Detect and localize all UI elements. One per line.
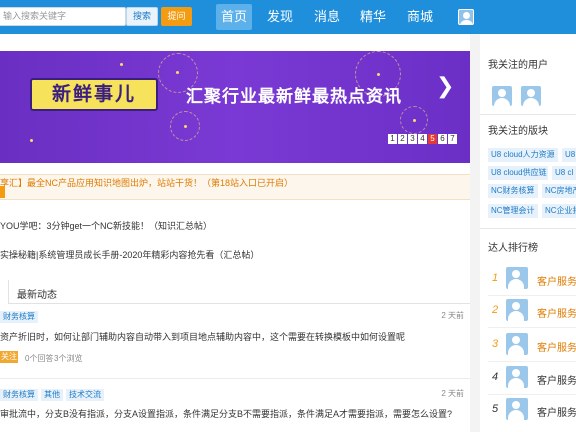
divider (480, 228, 576, 229)
board-tag[interactable]: U8 cloud供应链 (488, 166, 548, 180)
divider (488, 361, 576, 362)
divider (488, 394, 576, 395)
rank-number: 5 (492, 403, 499, 415)
pager-dot[interactable]: 2 (398, 134, 407, 144)
pager-dot[interactable]: 6 (438, 134, 447, 144)
tab-current[interactable] (0, 280, 9, 304)
main-content: 新鲜事儿 汇聚行业最新鲜最热点资讯 ❯ 1 2 3 4 5 6 7 享汇】最全N… (0, 34, 470, 432)
divider (480, 114, 576, 115)
nav-mall[interactable]: 商城 (402, 4, 438, 30)
sparkle-dot (184, 125, 187, 128)
sparkle-dot (30, 139, 33, 142)
avatar[interactable] (506, 299, 528, 321)
sparkle-dot (120, 63, 123, 66)
pager-dot[interactable]: 3 (408, 134, 417, 144)
feed-item: 财务核算 2 天前 资产折旧时，如何让部门辅助内容自动带入到项目地点辅助内容中，… (0, 310, 470, 370)
avatar[interactable] (506, 267, 528, 289)
avatar[interactable] (521, 86, 541, 106)
nav-featured[interactable]: 精华 (355, 4, 391, 30)
board-tag[interactable]: NC房地产 (542, 184, 576, 198)
ranking-user-name[interactable]: 客户服务 (537, 305, 576, 320)
user-avatar[interactable] (458, 9, 474, 25)
question-title[interactable]: 审批流中，分支B没有指派，分支A设置指派，条件满足分支B不需要指派，条件满足A才… (0, 407, 452, 420)
nav-discover[interactable]: 发现 (262, 4, 298, 30)
topic-tag[interactable]: 财务核算 (0, 311, 38, 323)
divider (488, 295, 576, 296)
pager-dot[interactable]: 1 (388, 134, 397, 144)
chevron-right-icon[interactable]: ❯ (436, 73, 454, 99)
rank-number: 1 (492, 272, 499, 284)
followed-users-title: 我关注的用户 (488, 60, 548, 71)
board-tag[interactable]: U8 cl (552, 166, 576, 180)
rank-number: 2 (492, 304, 499, 316)
topic-tag[interactable]: 其他 (41, 389, 63, 401)
notice-bar[interactable]: 享汇】最全NC产品应用知识地图出炉，站站干货！（第18站入口已开启） (0, 174, 470, 200)
follow-button[interactable]: 关注 (0, 351, 18, 363)
right-sidebar: 我关注的用户 我关注的版块 U8 cloud人力资源 U8 U8 cloud供应… (480, 34, 576, 432)
topic-tag[interactable]: 技术交流 (66, 389, 104, 401)
ranking-user-name[interactable]: 客户服务 (537, 404, 576, 419)
nav-messages[interactable]: 消息 (309, 4, 345, 30)
divider (488, 327, 576, 328)
avatar[interactable] (492, 86, 512, 106)
avatar[interactable] (506, 333, 528, 355)
board-tag[interactable]: NC管理会计 (488, 204, 538, 218)
avatar[interactable] (506, 398, 528, 420)
divider (0, 378, 470, 379)
board-tag[interactable]: U8 cloud人力资源 (488, 148, 558, 162)
nav-home[interactable]: 首页 (216, 4, 252, 30)
board-tag[interactable]: NC财务核算 (488, 184, 538, 198)
followed-boards-title: 我关注的版块 (488, 126, 548, 137)
banner-carousel[interactable]: 新鲜事儿 汇聚行业最新鲜最热点资讯 ❯ 1 2 3 4 5 6 7 (0, 51, 470, 163)
sparkle-dot (413, 119, 416, 122)
feed-tabs: 最新动态 (0, 280, 470, 304)
pinned-link[interactable]: YOU学吧：3分钟get一个NC新技能！（知识汇总帖） (0, 219, 212, 232)
pager-dot[interactable]: 7 (448, 134, 457, 144)
pager-dot-current[interactable]: 5 (428, 134, 437, 144)
sparkle-dot (176, 71, 179, 74)
top-nav-bar: 输入搜索关键字 搜索 提问 首页 发现 消息 精华 商城 (0, 0, 576, 34)
ask-question-button[interactable]: 提问 (161, 7, 192, 26)
post-time: 2 天前 (441, 311, 464, 320)
answer-count: 0个回答 (25, 354, 54, 363)
pinned-link[interactable]: 实操秘籍|系统管理员成长手册-2020年精彩内容抢先看（汇总帖） (0, 248, 259, 261)
feed-item: 财务核算 其他 技术交流 2 天前 审批流中，分支B没有指派，分支A设置指派，条件满… (0, 388, 470, 428)
ranking-user-name[interactable]: 客户服务 (537, 372, 576, 387)
post-time: 2 天前 (441, 389, 464, 398)
search-button[interactable]: 搜索 (126, 7, 158, 26)
ranking-user-name[interactable]: 客户服务 (537, 273, 576, 288)
question-title[interactable]: 资产折旧时，如何让部门辅助内容自动带入到项目地点辅助内容中，这个需要在转换模板中… (0, 330, 405, 343)
banner-headline: 汇聚行业最新鲜最热点资讯 (186, 87, 402, 107)
pager-dot[interactable]: 4 (418, 134, 427, 144)
ranking-user-name[interactable]: 客户服务 (537, 339, 576, 354)
board-tag[interactable]: NC企业报 (542, 204, 576, 218)
sparkle-dot (377, 73, 380, 76)
topic-tag[interactable]: 财务核算 (0, 389, 38, 401)
rank-number: 4 (492, 371, 499, 383)
ranking-title: 达人排行榜 (488, 243, 538, 254)
avatar[interactable] (506, 366, 528, 388)
board-tag[interactable]: U8 (562, 148, 576, 162)
search-input[interactable]: 输入搜索关键字 (0, 7, 126, 26)
notice-marker (0, 186, 5, 198)
tab-latest[interactable]: 最新动态 (17, 286, 57, 301)
view-count: 3个浏览 (54, 354, 83, 363)
banner-badge: 新鲜事儿 (30, 78, 158, 111)
carousel-pager[interactable]: 1 2 3 4 5 6 7 (388, 134, 457, 144)
rank-number: 3 (492, 338, 499, 350)
